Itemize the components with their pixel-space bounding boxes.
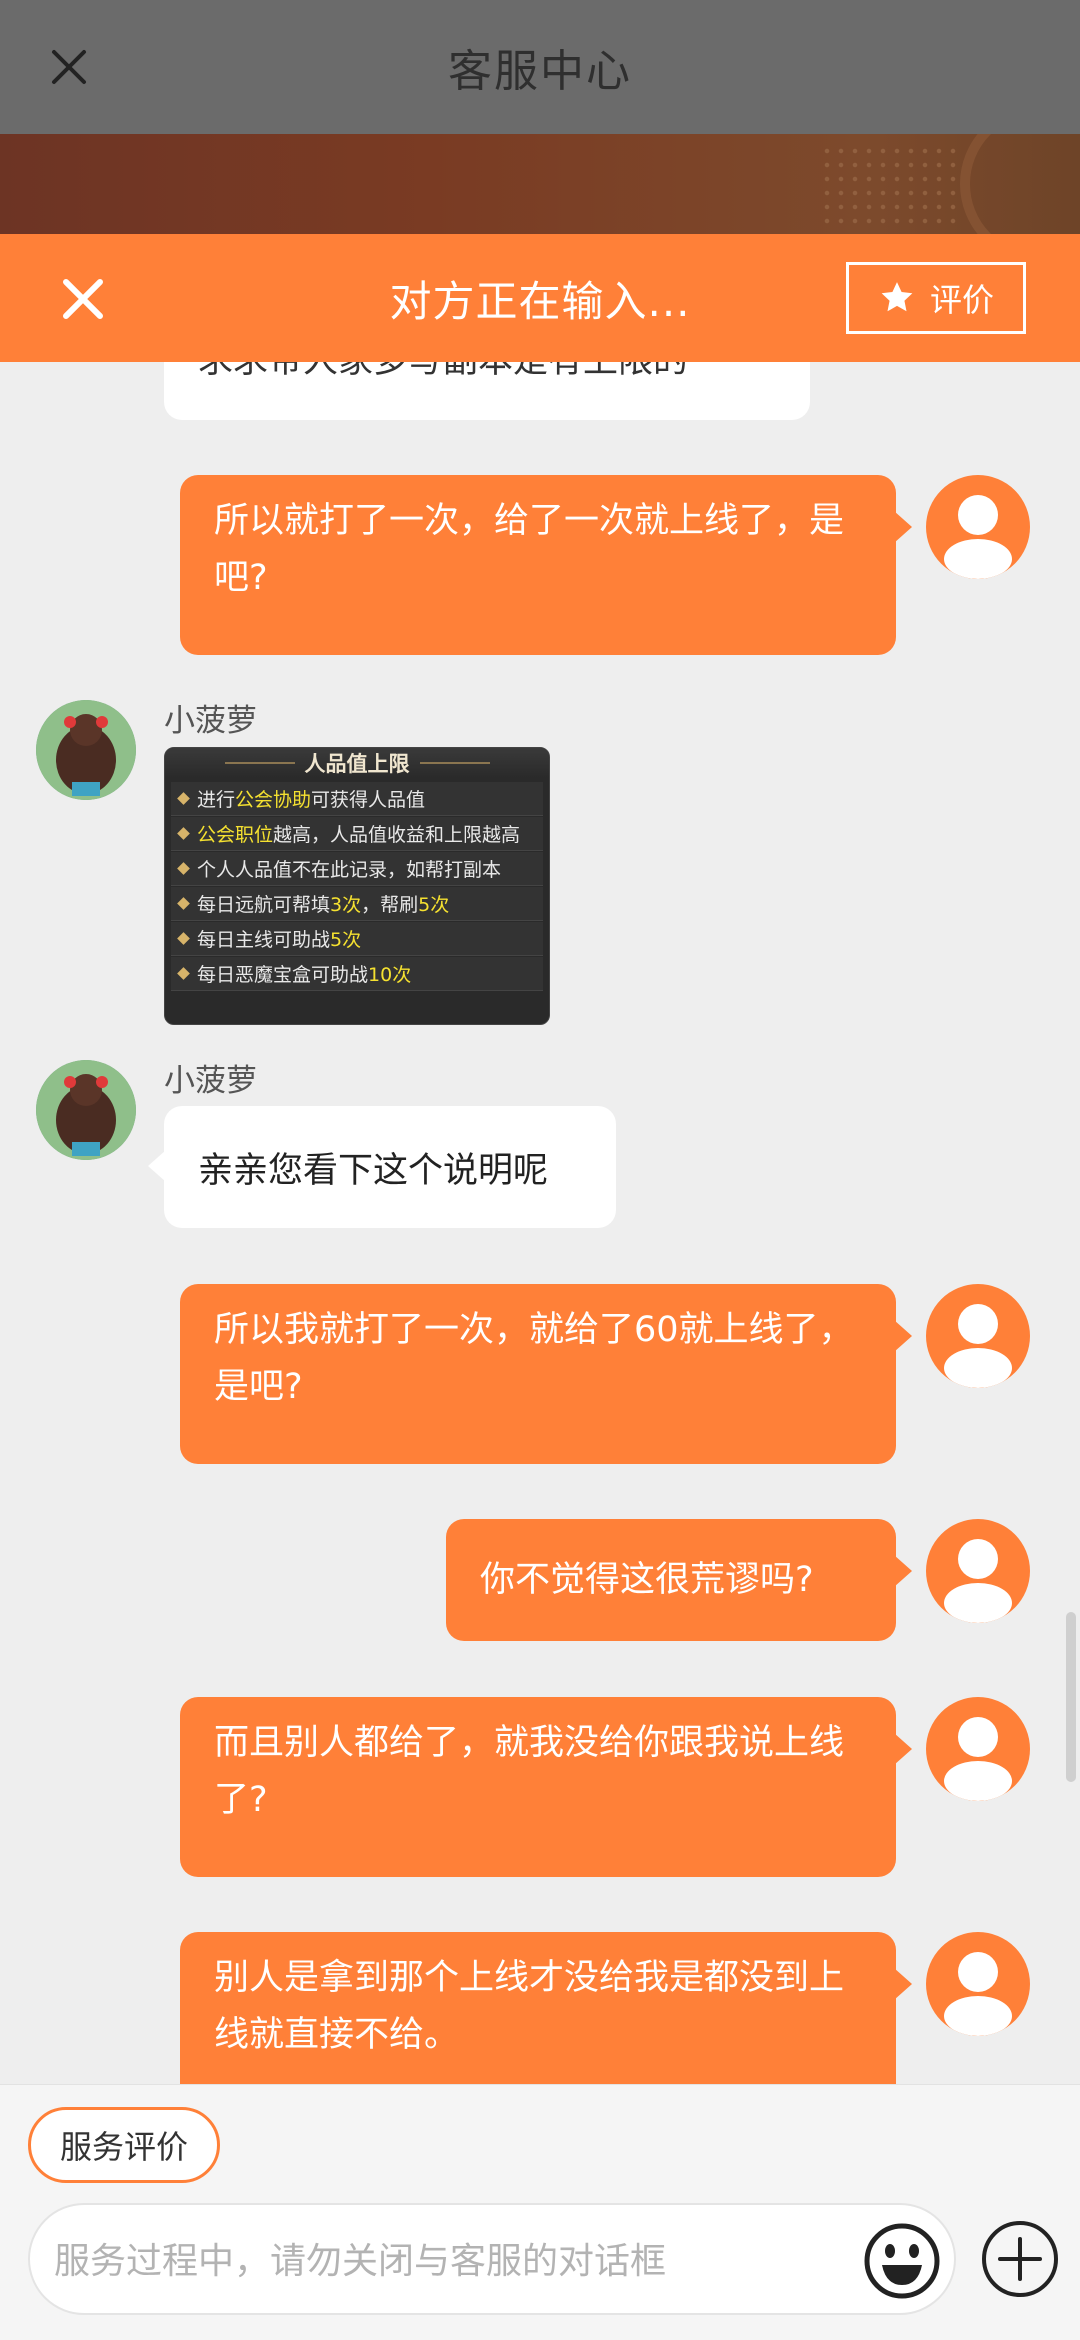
agent-image-message[interactable]: 人品值上限 进行 公会协助 可获得人品值 公会职位 越高，人品值收益和上限越高 个人人…	[164, 747, 550, 1025]
promo-banner	[0, 134, 1080, 234]
agent-avatar-image	[36, 1060, 136, 1160]
agent-name: 小菠萝	[164, 703, 257, 739]
message-text: 所以我就打了一次，就给了60就上线了，是吧?	[214, 1310, 854, 1407]
image-rule-list: 进行 公会协助 可获得人品值 公会职位 越高，人品值收益和上限越高 个人人品值不在此记…	[171, 782, 543, 992]
message-text: 而且别人都给了，就我没给你跟我说上线了?	[214, 1723, 845, 1820]
chat-scrollbar[interactable]	[1066, 1612, 1076, 1782]
star-icon	[881, 282, 913, 312]
image-title: 人品值上限	[165, 748, 549, 778]
user-avatar-icon	[944, 1539, 1012, 1623]
user-message-bubble: 所以我就打了一次，就给了60就上线了，是吧?	[180, 1284, 912, 1464]
image-rule-row: 每日恶魔宝盒可助战 10次	[171, 957, 543, 991]
bottom-input-area: 服务评价	[0, 2084, 1080, 2340]
image-rule-row: 每日远航可帮填 3次 ，帮刷 5次	[171, 887, 543, 921]
message-input-container	[28, 2203, 956, 2315]
close-icon[interactable]	[60, 276, 106, 322]
typing-status-bar: 对方正在输入... 评价	[0, 234, 1080, 362]
rate-button[interactable]: 评价	[846, 262, 1026, 334]
user-avatar[interactable]	[926, 1519, 1030, 1623]
agent-avatar[interactable]	[36, 1060, 136, 1160]
user-avatar-icon	[944, 495, 1012, 579]
user-avatar-icon	[944, 1952, 1012, 2036]
message-text: 你不觉得这很荒谬吗?	[480, 1559, 814, 1600]
banner-circle-decoration	[960, 134, 1080, 234]
user-avatar-icon	[944, 1304, 1012, 1388]
image-rule-row: 进行 公会协助 可获得人品值	[171, 782, 543, 816]
message-text: 所以就打了一次，给了一次就上线了，是吧?	[214, 501, 845, 598]
message-text: 别人是拿到那个上线才没给我是都没到上线就直接不给。	[214, 1958, 845, 2055]
agent-avatar-image	[36, 700, 136, 800]
user-avatar-icon	[944, 1717, 1012, 1801]
user-message-bubble: 别人是拿到那个上线才没给我是都没到上线就直接不给。	[180, 1932, 912, 2084]
agent-avatar[interactable]	[36, 700, 136, 800]
plus-icon[interactable]	[980, 2219, 1060, 2299]
agent-message-bubble: 亲亲您看下这个说明呢	[148, 1106, 616, 1228]
message-input[interactable]	[54, 2225, 854, 2297]
user-avatar[interactable]	[926, 1284, 1030, 1388]
user-message-bubble: 你不觉得这很荒谬吗?	[446, 1519, 912, 1641]
chat-message-list[interactable]: 求求带人家多写副本是有上限的 所以就打了一次，给了一次就上线了，是吧? 小菠萝 …	[0, 362, 1080, 2084]
app-header: 客服中心	[0, 0, 1080, 134]
user-avatar[interactable]	[926, 1932, 1030, 2036]
rate-button-label: 评价	[929, 281, 994, 319]
agent-message-bubble: 求求带人家多写副本是有上限的	[164, 362, 810, 420]
service-rating-button[interactable]: 服务评价	[28, 2107, 220, 2183]
image-rule-row: 公会职位 越高，人品值收益和上限越高	[171, 817, 543, 851]
user-message-bubble: 而且别人都给了，就我没给你跟我说上线了?	[180, 1697, 912, 1877]
message-text: 亲亲您看下这个说明呢	[198, 1150, 549, 1191]
message-text: 求求带人家多写副本是有上限的	[198, 362, 688, 383]
agent-name: 小菠萝	[164, 1063, 257, 1099]
user-avatar[interactable]	[926, 475, 1030, 579]
image-rule-row: 个人人品值不在此记录，如帮打副本	[171, 852, 543, 886]
image-rule-row: 每日主线可助战 5次	[171, 922, 543, 956]
typing-status-text: 对方正在输入...	[389, 276, 691, 326]
user-avatar[interactable]	[926, 1697, 1030, 1801]
close-icon[interactable]	[48, 46, 90, 88]
page-title: 客服中心	[448, 46, 632, 97]
user-message-bubble: 所以就打了一次，给了一次就上线了，是吧?	[180, 475, 912, 655]
emoji-icon[interactable]	[862, 2221, 942, 2301]
banner-dots-decoration	[820, 144, 960, 224]
